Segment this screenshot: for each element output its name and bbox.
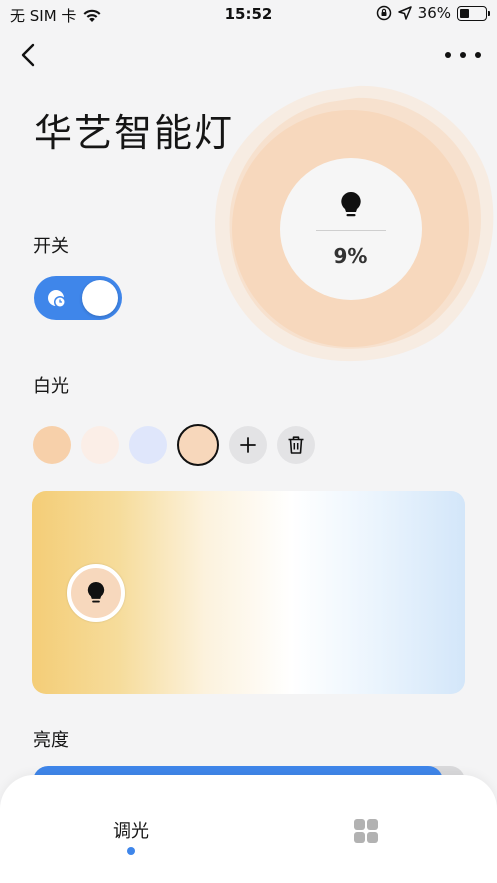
power-toggle[interactable] — [34, 276, 122, 320]
tab-dimming[interactable]: 调光 — [96, 817, 166, 843]
battery-percent: 36% — [417, 4, 451, 22]
light-bulb-icon — [340, 191, 361, 216]
orientation-lock-icon — [376, 5, 391, 21]
grid-icon[interactable] — [354, 819, 378, 843]
trash-icon — [288, 436, 304, 454]
battery-level — [460, 8, 469, 18]
plus-icon — [240, 437, 256, 453]
timer-icon — [48, 290, 66, 308]
brightness-percent: 9% — [333, 243, 368, 268]
battery-icon — [457, 5, 490, 21]
delete-color-button[interactable] — [277, 426, 315, 464]
back-button[interactable] — [14, 40, 44, 70]
brightness-label: 亮度 — [33, 730, 69, 751]
power-label: 开关 — [33, 236, 69, 257]
grid-cell — [367, 832, 378, 843]
page-title: 华艺智能灯 — [34, 111, 235, 155]
more-dot — [475, 52, 481, 58]
brightness-ring: 9% — [232, 110, 469, 347]
ring-divider — [315, 229, 386, 231]
more-dot — [445, 52, 451, 58]
grid-cell — [354, 832, 365, 843]
add-color-button[interactable] — [229, 426, 267, 464]
active-tab-indicator — [127, 847, 135, 855]
more-dot — [460, 52, 466, 58]
chevron-left-icon — [21, 43, 35, 67]
color-temperature-picker[interactable] — [32, 491, 465, 694]
color-swatch[interactable] — [129, 426, 167, 464]
white-light-label: 白光 — [33, 376, 69, 397]
picker-handle[interactable] — [67, 564, 125, 622]
more-button[interactable] — [445, 44, 481, 66]
bottom-tab-bar: 调光 — [0, 775, 497, 883]
status-bar: 无 SIM 卡 15:52 36% — [0, 0, 497, 30]
power-toggle-knob — [82, 280, 118, 316]
light-bulb-icon — [87, 581, 105, 603]
color-swatch[interactable] — [81, 426, 119, 464]
color-swatch[interactable] — [33, 426, 71, 464]
color-swatches — [33, 424, 315, 466]
location-icon — [397, 6, 412, 20]
status-bar-right: 36% — [376, 4, 490, 22]
brightness-ring-center: 9% — [279, 157, 422, 300]
grid-cell — [367, 819, 378, 830]
grid-cell — [354, 819, 365, 830]
color-swatch-selected[interactable] — [177, 424, 219, 466]
